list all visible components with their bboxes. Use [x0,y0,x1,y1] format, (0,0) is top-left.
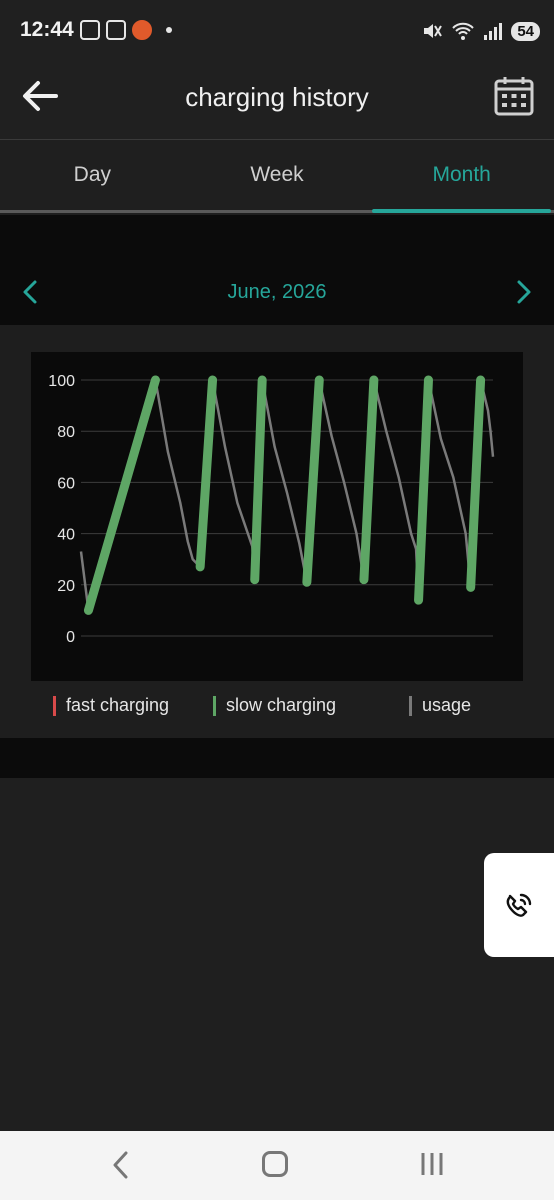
calendar-icon [494,77,534,116]
legend-label-fast: fast charging [66,695,170,715]
battery-chart: 100 80 60 40 20 0 [31,352,523,681]
y-tick-label: 80 [57,424,75,441]
status-system-icons: 54 [421,20,540,42]
y-tick-label: 100 [48,373,75,390]
battery-chart-svg: 100 80 60 40 20 0 [48,373,495,646]
chart-card: 100 80 60 40 20 0 fast charging slow charging… [0,325,554,738]
phone-call-icon [506,893,532,917]
signal-icon [484,23,503,40]
legend-item-usage: usage [409,695,471,716]
mute-icon [424,24,443,38]
y-tick-label: 0 [66,629,75,646]
chevron-right-icon [517,280,531,304]
nav-home-button[interactable] [262,1151,288,1177]
calculator-icon [106,20,126,40]
app-notification-icon [132,20,152,40]
call-support-button[interactable] [484,853,554,957]
y-tick-label: 60 [57,475,75,492]
legend-item-slow-charging: slow charging [213,695,336,716]
system-navigation-bar [0,1131,554,1200]
legend-label-slow: slow charging [226,695,337,715]
next-month-button[interactable] [510,277,536,307]
nav-recents-icon [421,1153,443,1175]
charging-history-screen: 12:44 54 charging history Day Week Month… [0,0,554,1200]
nav-back-button[interactable] [108,1149,136,1181]
slow-charging-segment [466,375,486,592]
slow-charging-segment [302,375,324,587]
legend-swatch-usage [409,695,412,716]
battery-level: 54 [511,21,540,41]
status-notification-icons [80,20,172,40]
slow-charging-segment [414,375,433,605]
chart-legend: fast charging slow charging usage [0,695,554,725]
legend-label-usage: usage [422,695,472,715]
period-tabs: Day Week Month [0,141,554,213]
nav-recents-button[interactable] [418,1151,446,1177]
screenshot-icon [80,20,100,40]
wifi-icon [452,22,475,40]
legend-item-fast-charging: fast charging [53,695,169,716]
status-time: 12:44 [20,18,74,41]
nav-back-icon [113,1151,128,1179]
chart-y-axis: 100 80 60 40 20 0 [48,373,75,646]
more-notifications-dot-icon [166,27,172,33]
legend-swatch-slow [213,695,216,716]
slow-charging-segment [195,375,218,572]
chart-series [79,375,495,615]
tab-month[interactable]: Month [369,141,554,213]
legend-swatch-fast [53,695,56,716]
slow-charging-segment [359,375,379,585]
y-tick-label: 20 [57,578,75,595]
app-bar: charging history [0,62,554,140]
month-label: June, 2026 [227,281,327,303]
calendar-button[interactable] [492,74,536,118]
month-selector: June, 2026 [0,215,554,325]
slow-charging-segment [83,375,160,615]
slow-charging-segment [250,375,267,585]
tab-week[interactable]: Week [185,141,370,210]
content-footer-strip [0,738,554,778]
y-tick-label: 40 [57,527,75,544]
tab-day[interactable]: Day [0,141,185,210]
status-bar: 12:44 54 [0,0,554,62]
page-title: charging history [185,82,369,112]
